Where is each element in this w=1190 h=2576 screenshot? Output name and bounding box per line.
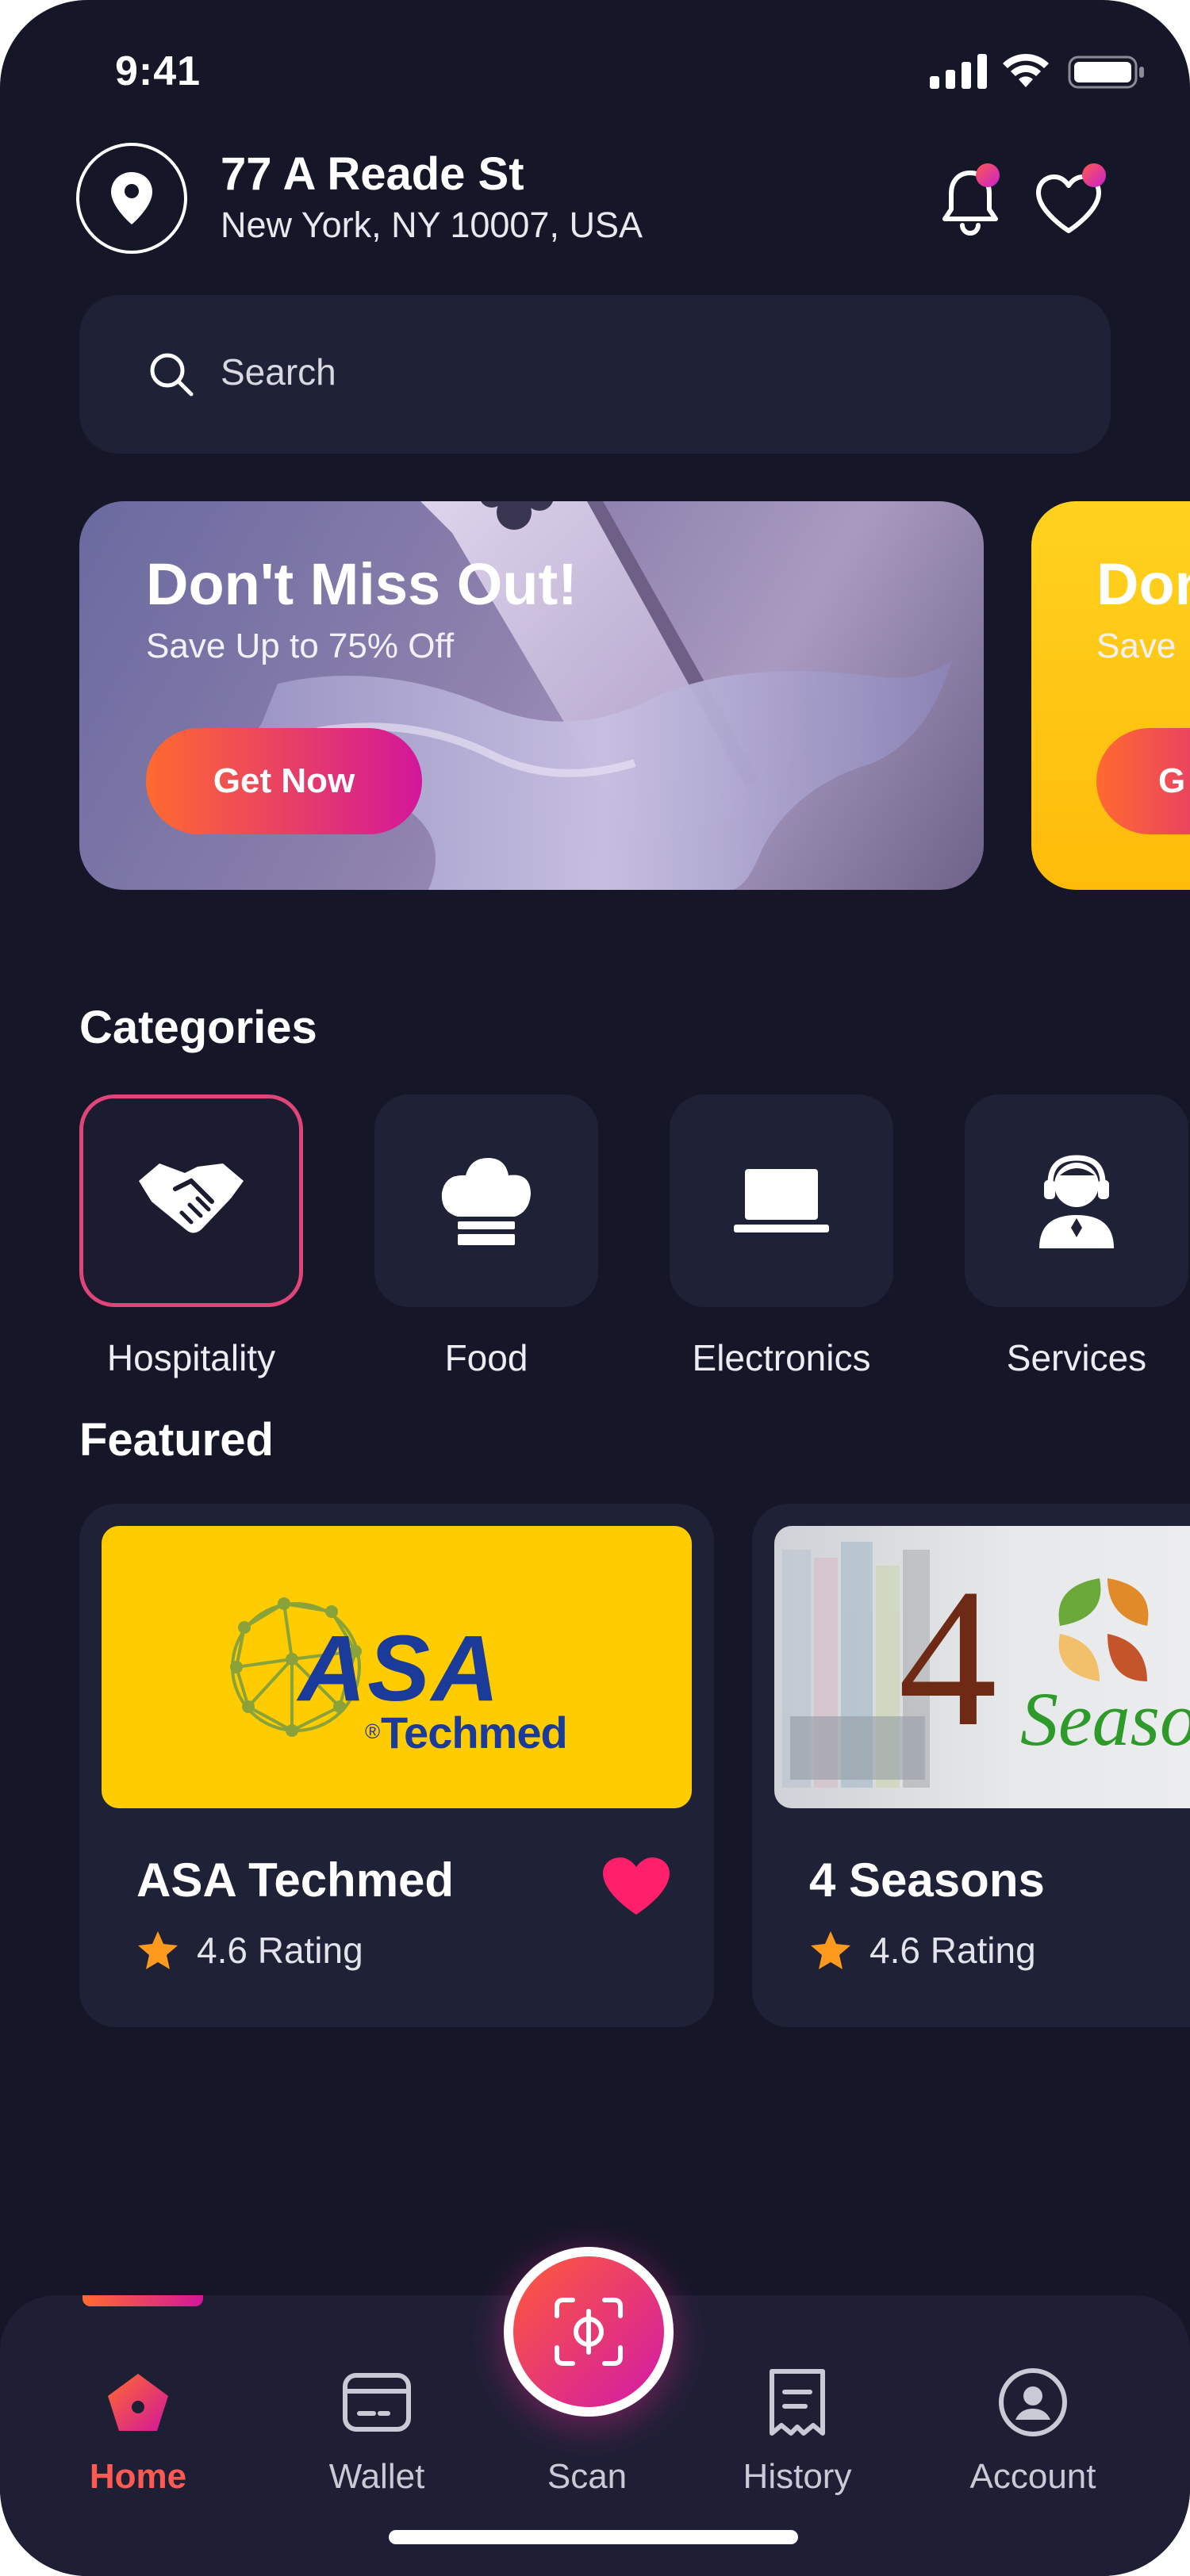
banner-title: Don [1096, 551, 1190, 617]
chef-hat-icon [441, 1158, 531, 1245]
category-tile-services[interactable] [965, 1094, 1188, 1307]
support-agent-icon [1039, 1155, 1114, 1248]
star-icon [138, 1931, 178, 1969]
scan-icon [555, 2298, 623, 2366]
account-icon [997, 2367, 1069, 2438]
category-label: Electronics [692, 1337, 871, 1378]
category-label: Food [444, 1337, 528, 1378]
wifi-icon [1001, 51, 1050, 93]
notifications-button[interactable] [935, 163, 1006, 238]
4-seasons-logo-number: 4 [898, 1548, 997, 1768]
banner-subtitle: Save Up to 75% Off [146, 627, 455, 665]
address-line-2: New York, NY 10007, USA [221, 205, 643, 245]
wallet-icon [341, 2367, 413, 2438]
battery-icon [1068, 56, 1146, 93]
4-seasons-logo: 4 Season [774, 1526, 1190, 1808]
handshake-icon [139, 1163, 244, 1233]
home-icon [102, 2367, 174, 2438]
featured-card-title: ASA Techmed [136, 1853, 455, 1907]
phone-screen: 9:41 77 A Reade St New York, NY 10007, U… [0, 0, 1190, 2576]
tab-account[interactable]: Account [930, 2295, 1136, 2533]
category-tile-food[interactable] [374, 1094, 598, 1307]
featured-card-rating: 4.6 Rating [809, 1929, 1036, 1972]
search-bar[interactable]: Search [79, 295, 1111, 454]
star-icon [811, 1931, 850, 1969]
banner-subtitle: Save [1096, 627, 1177, 665]
tab-label: History [743, 2457, 852, 2496]
asa-techmed-logo: ASA Techmed ® [102, 1526, 692, 1808]
location-button[interactable] [76, 143, 187, 254]
featured-card-title: 4 Seasons [809, 1853, 1045, 1907]
tab-label: Wallet [328, 2457, 425, 2496]
favorites-dot [1082, 163, 1106, 187]
categories-title: Categories [79, 1002, 317, 1053]
receipt-icon [762, 2367, 833, 2438]
address-line-1[interactable]: 77 A Reade St [221, 148, 524, 201]
rating-text: 4.6 Rating [869, 1930, 1036, 1971]
heart-filled-icon[interactable] [600, 1854, 673, 1918]
tab-wallet[interactable]: Wallet [274, 2295, 480, 2533]
asa-logo-subtext: Techmed [381, 1708, 568, 1758]
search-icon [150, 353, 194, 397]
cellular-signal-icon [930, 54, 987, 93]
scan-button[interactable] [504, 2247, 674, 2417]
category-label: Services [1006, 1337, 1147, 1378]
promo-banner-2[interactable]: Don Save G [1031, 501, 1190, 890]
featured-title: Featured [79, 1414, 274, 1466]
category-tile-electronics[interactable] [670, 1094, 893, 1307]
category-tile-hospitality[interactable] [79, 1094, 303, 1307]
leaves-icon [1058, 1578, 1149, 1681]
asa-registered-mark: ® [365, 1719, 381, 1743]
home-indicator [389, 2530, 798, 2544]
tab-home[interactable]: Home [35, 2295, 241, 2533]
featured-card-asa-techmed[interactable]: ASA Techmed ® ASA Techmed 4.6 Rating [79, 1504, 714, 2027]
rating-text: 4.6 Rating [197, 1930, 363, 1971]
category-label: Hospitality [106, 1337, 276, 1378]
promo-banner-1[interactable]: Don't Miss Out! Save Up to 75% Off Get N… [79, 501, 984, 890]
featured-card-4-seasons[interactable]: 4 Season 4 Seasons 4.6 Rating [752, 1504, 1190, 2027]
favorites-button[interactable] [1033, 163, 1106, 240]
featured-card-rating: 4.6 Rating [136, 1929, 363, 1972]
tab-label: Account [969, 2457, 1096, 2496]
notification-dot [976, 163, 1000, 187]
get-now-button[interactable]: G [1096, 728, 1190, 834]
location-pin-icon [111, 172, 152, 224]
banner-title: Don't Miss Out! [146, 551, 578, 617]
get-now-button[interactable]: Get Now [146, 728, 422, 834]
search-input[interactable]: Search [221, 351, 336, 393]
tab-label: Home [89, 2457, 187, 2496]
tab-history[interactable]: History [694, 2295, 900, 2533]
laptop-icon [734, 1169, 829, 1232]
tab-label: Scan [547, 2457, 628, 2496]
status-time: 9:41 [115, 48, 202, 94]
4-seasons-logo-text: Season [1020, 1677, 1190, 1761]
